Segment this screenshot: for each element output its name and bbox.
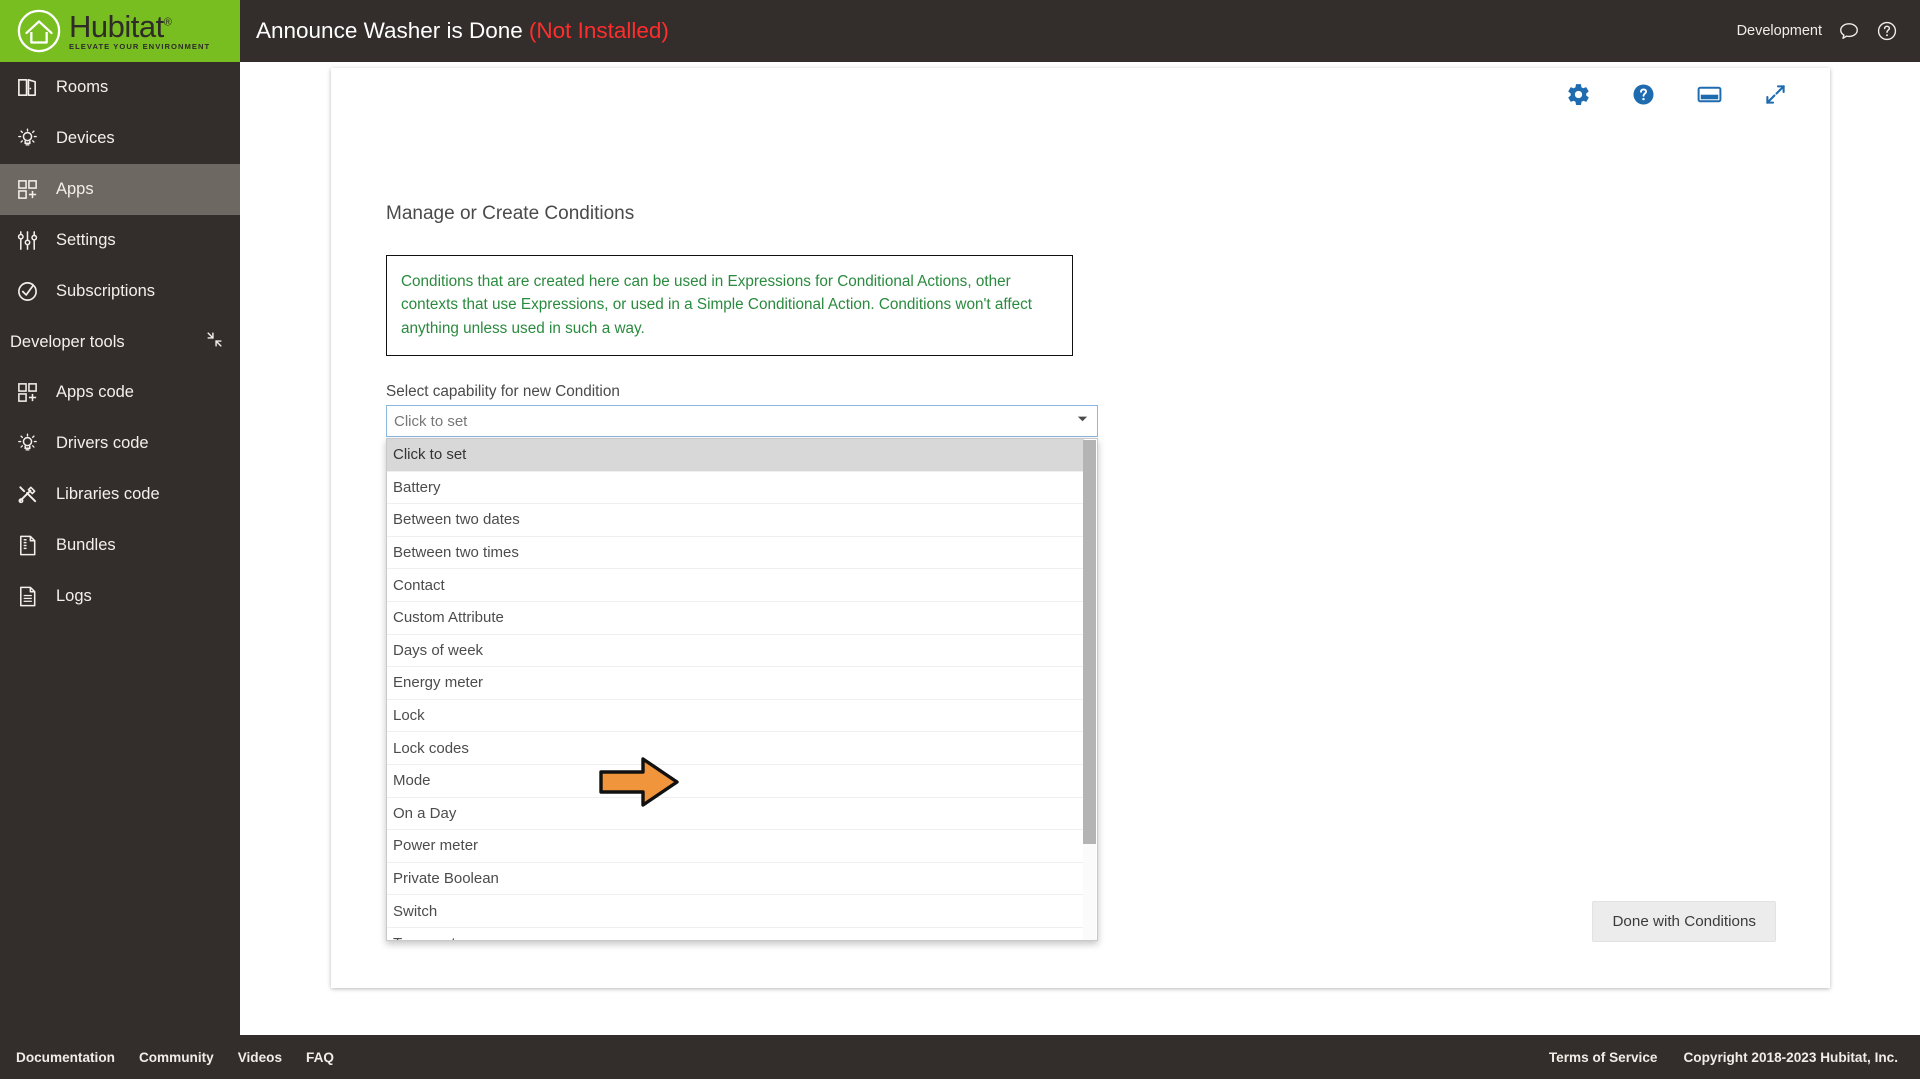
dropdown-option[interactable]: Between two times <box>387 536 1084 570</box>
brand-logo[interactable]: Hubitat® ELEVATE YOUR ENVIRONMENT <box>0 0 240 62</box>
apps-grid-plus-icon <box>10 177 44 203</box>
dropdown-option[interactable]: Temperature <box>387 927 1084 940</box>
developer-tools-section-header: Developer tools <box>0 317 240 367</box>
display-monitor-icon[interactable] <box>1696 82 1723 107</box>
brand-tagline: ELEVATE YOUR ENVIRONMENT <box>69 42 211 52</box>
sidebar-item-drivers-code[interactable]: Drivers code <box>0 418 240 469</box>
dropdown-option[interactable]: Click to set <box>387 439 1084 472</box>
sidebar-item-bundles[interactable]: Bundles <box>0 520 240 571</box>
select-capability-label: Select capability for new Condition <box>386 383 620 400</box>
brand-name: Hubitat® <box>69 9 172 45</box>
not-installed-status: (Not Installed) <box>528 18 669 43</box>
sidebar-item-rooms[interactable]: Rooms <box>0 62 240 113</box>
footer-link-terms-of-service[interactable]: Terms of Service <box>1549 1050 1658 1065</box>
footer-link-videos[interactable]: Videos <box>238 1050 282 1065</box>
chat-bubble-icon[interactable] <box>1838 20 1860 42</box>
sidebar-item-label: Drivers code <box>56 434 149 452</box>
sidebar-item-apps[interactable]: Apps <box>0 164 240 215</box>
question-circle-icon[interactable] <box>1876 20 1898 42</box>
expand-fullscreen-icon[interactable] <box>1763 82 1788 107</box>
sidebar-item-label: Settings <box>56 231 116 249</box>
sidebar-item-label: Devices <box>56 129 115 147</box>
footer-links: Documentation Community Videos FAQ <box>16 1050 334 1065</box>
footer-legal: Terms of Service Copyright 2018-2023 Hub… <box>1549 1050 1898 1065</box>
dropdown-options: Click to set Battery Between two dates Betw… <box>387 439 1084 940</box>
info-note-text: Conditions that are created here can be … <box>401 273 1033 337</box>
sidebar: Hubitat® ELEVATE YOUR ENVIRONMENT Rooms <box>0 0 240 1079</box>
top-header-bar: Announce Washer is Done (Not Installed) D… <box>240 0 1920 62</box>
app-title-text: Announce Washer is Done <box>256 18 523 43</box>
apps-grid-plus-icon <box>10 380 44 406</box>
dropdown-option[interactable]: Contact <box>387 569 1084 602</box>
sidebar-item-label: Libraries code <box>56 485 160 503</box>
panel-title: Manage or Create Conditions <box>386 203 635 224</box>
dropdown-option[interactable]: Private Boolean <box>387 862 1084 896</box>
footer-link-documentation[interactable]: Documentation <box>16 1050 115 1065</box>
footer-copyright: Copyright 2018-2023 Hubitat, Inc. <box>1683 1049 1898 1065</box>
tools-cross-icon <box>10 482 44 508</box>
dropdown-option[interactable]: Energy meter <box>387 667 1084 700</box>
sidebar-item-label: Bundles <box>56 536 116 554</box>
question-circle-icon[interactable] <box>1631 82 1656 107</box>
sidebar-item-libraries-code[interactable]: Libraries code <box>0 469 240 520</box>
sidebar-item-logs[interactable]: Logs <box>0 571 240 622</box>
environment-label: Development <box>1736 23 1822 39</box>
chevron-down-icon <box>1076 412 1089 430</box>
dropdown-scrollbar[interactable] <box>1083 440 1096 940</box>
header-actions: Development <box>1737 20 1898 42</box>
dropdown-option[interactable]: Lock <box>387 699 1084 733</box>
sidebar-item-devices[interactable]: Devices <box>0 113 240 164</box>
footer-link-faq[interactable]: FAQ <box>306 1050 334 1065</box>
info-note-box: Conditions that are created here can be … <box>386 255 1073 356</box>
main-content: Manage or Create Conditions Conditions t… <box>240 62 1920 1019</box>
zip-file-icon <box>10 533 44 559</box>
dropdown-option[interactable]: Power meter <box>387 830 1084 863</box>
check-circle-icon <box>10 279 44 305</box>
content-card: Manage or Create Conditions Conditions t… <box>331 68 1830 988</box>
card-toolbar <box>1566 82 1788 107</box>
done-with-conditions-button[interactable]: Done with Conditions <box>1592 901 1776 942</box>
dropdown-option[interactable]: Battery <box>387 471 1084 505</box>
sidebar-item-label: Apps code <box>56 383 134 401</box>
gear-icon[interactable] <box>1566 82 1591 107</box>
capability-select-value: Click to set <box>394 412 468 430</box>
hubitat-house-logo-icon <box>16 8 62 54</box>
sidebar-item-apps-code[interactable]: Apps code <box>0 367 240 418</box>
sidebar-item-settings[interactable]: Settings <box>0 215 240 266</box>
dropdown-option[interactable]: Lock codes <box>387 732 1084 765</box>
capability-dropdown-list[interactable]: Click to set Battery Between two dates Betw… <box>386 438 1098 941</box>
dropdown-option[interactable]: Days of week <box>387 634 1084 668</box>
lightbulb-icon <box>10 126 44 152</box>
sidebar-item-label: Subscriptions <box>56 282 156 300</box>
document-lines-icon <box>10 584 44 610</box>
page-title: Announce Washer is Done (Not Installed) <box>256 18 669 44</box>
dropdown-option[interactable]: Mode <box>387 764 1084 798</box>
footer-bar: Documentation Community Videos FAQ Terms… <box>0 1035 1920 1079</box>
developer-tools-label: Developer tools <box>10 332 125 351</box>
dropdown-option[interactable]: Between two dates <box>387 504 1084 537</box>
dropdown-scrollbar-thumb[interactable] <box>1083 440 1096 844</box>
sidebar-item-subscriptions[interactable]: Subscriptions <box>0 266 240 317</box>
lightbulb-icon <box>10 431 44 457</box>
sliders-icon <box>10 228 44 254</box>
dropdown-option[interactable]: Switch <box>387 895 1084 928</box>
sidebar-item-label: Logs <box>56 587 92 605</box>
sidebar-item-label: Apps <box>56 180 94 198</box>
collapse-arrows-icon[interactable] <box>205 330 224 354</box>
rooms-door-icon <box>10 75 44 101</box>
dropdown-option[interactable]: On a Day <box>387 797 1084 831</box>
registered-mark: ® <box>163 16 172 29</box>
footer-link-community[interactable]: Community <box>139 1050 214 1065</box>
dropdown-option[interactable]: Custom Attribute <box>387 601 1084 635</box>
sidebar-item-label: Rooms <box>56 78 109 96</box>
capability-select[interactable]: Click to set <box>386 405 1098 437</box>
